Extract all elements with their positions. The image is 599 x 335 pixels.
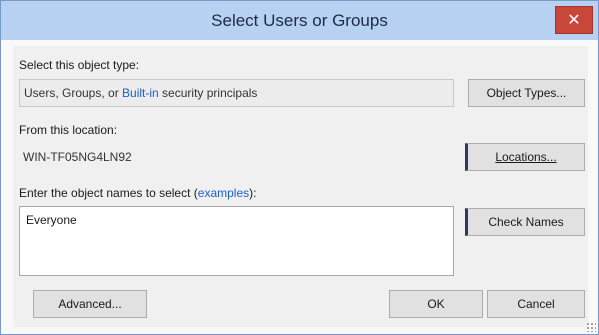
dialog-body: Select this object type: Users, Groups, … (13, 46, 588, 327)
location-value: WIN-TF05NG4LN92 (23, 150, 132, 164)
advanced-button[interactable]: Advanced... (33, 290, 147, 318)
check-names-button-label: Check Names (488, 215, 564, 229)
object-type-value-prefix: Users, Groups, or (24, 86, 123, 100)
dialog-title: Select Users or Groups (211, 11, 388, 30)
close-button[interactable]: ✕ (555, 6, 593, 34)
location-label: From this location: (19, 123, 118, 137)
object-type-value-link: Built-in (122, 86, 159, 100)
object-names-input[interactable]: Everyone (19, 206, 454, 276)
advanced-button-label: Advanced... (58, 297, 122, 311)
title-bar[interactable]: Select Users or Groups ✕ (1, 1, 598, 40)
resize-grip-icon[interactable] (586, 322, 596, 332)
examples-link[interactable]: examples (198, 186, 249, 200)
cancel-button-label: Cancel (517, 297, 555, 311)
object-types-button-label: Object Types... (486, 86, 567, 100)
locations-button[interactable]: Locations... (465, 143, 585, 171)
close-icon: ✕ (567, 12, 581, 29)
locations-button-label: Locations... (495, 150, 557, 164)
object-names-label: Enter the object names to select (exampl… (19, 186, 256, 200)
ok-button[interactable]: OK (389, 290, 483, 318)
object-names-label-suffix: ): (249, 186, 257, 200)
object-types-button[interactable]: Object Types... (468, 79, 585, 107)
ok-button-label: OK (427, 297, 445, 311)
object-type-field: Users, Groups, or Built-in security prin… (19, 79, 454, 107)
select-users-dialog: Select Users or Groups ✕ Select this obj… (0, 0, 599, 335)
check-names-button[interactable]: Check Names (465, 208, 585, 236)
object-type-value-suffix: security principals (158, 86, 258, 100)
object-names-label-prefix: Enter the object names to select ( (19, 186, 198, 200)
object-type-label: Select this object type: (19, 58, 140, 72)
cancel-button[interactable]: Cancel (487, 290, 585, 318)
